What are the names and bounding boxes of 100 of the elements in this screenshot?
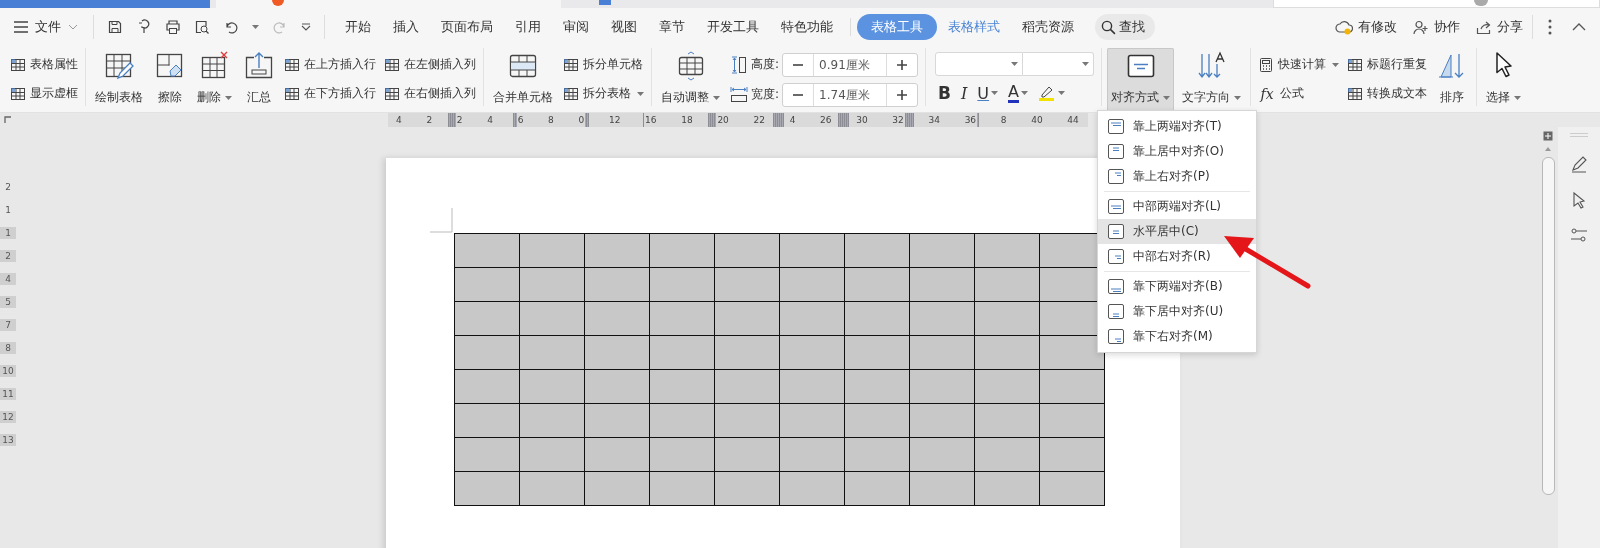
table-cell[interactable] (584, 369, 650, 404)
print-icon[interactable] (165, 19, 181, 35)
table-cell[interactable] (454, 369, 520, 404)
table-cell[interactable] (454, 301, 520, 336)
ribbon-button[interactable]: 文字方向 (1178, 48, 1246, 112)
ribbon-tab[interactable]: 插入 (382, 14, 430, 40)
ribbon-button[interactable]: 拆分单元格 (563, 52, 644, 77)
ribbon-button[interactable]: 转换成文本 (1347, 81, 1428, 106)
table-cell[interactable] (779, 403, 845, 438)
table-cell[interactable] (649, 403, 715, 438)
ribbon-button[interactable]: 快速计算 (1258, 52, 1340, 77)
table-cell[interactable] (649, 335, 715, 370)
table-cell[interactable] (584, 267, 650, 302)
ribbon-tab[interactable]: 表格样式 (937, 14, 1011, 40)
table-cell[interactable] (519, 369, 585, 404)
table-cell[interactable] (779, 369, 845, 404)
table-cell[interactable] (519, 301, 585, 336)
table-cell[interactable] (844, 471, 910, 506)
table-cell[interactable] (909, 335, 975, 370)
table-cell[interactable] (714, 471, 780, 506)
table-cell[interactable] (779, 233, 845, 268)
table-cell[interactable] (1039, 437, 1105, 472)
table-cell[interactable] (519, 335, 585, 370)
size-spin-field[interactable]: 1.74厘米 (782, 82, 919, 107)
format-painter-icon[interactable] (136, 19, 152, 35)
table-cell[interactable] (454, 471, 520, 506)
undo-icon[interactable] (223, 19, 239, 35)
toolbar-action-button[interactable]: 协作 (1413, 18, 1460, 36)
ribbon-button[interactable]: 在下方插入行 (284, 81, 376, 106)
caret-icon[interactable] (252, 25, 259, 29)
table-cell[interactable] (909, 233, 975, 268)
ribbon-tab[interactable]: 稻壳资源 (1011, 14, 1085, 40)
ribbon-tab[interactable]: 特色功能 (770, 14, 844, 40)
sliders-icon[interactable] (1570, 227, 1588, 243)
ribbon-button[interactable]: 汇总 (240, 48, 278, 112)
table-cell[interactable] (974, 335, 1040, 370)
ribbon-button[interactable]: 排序 (1433, 48, 1472, 112)
table-cell[interactable] (974, 369, 1040, 404)
table-cell[interactable] (649, 233, 715, 268)
table-cell[interactable] (909, 437, 975, 472)
menu-item[interactable]: 靠下两端对齐(B) (1098, 274, 1256, 299)
table-cell[interactable] (779, 335, 845, 370)
table-cell[interactable] (584, 437, 650, 472)
table-cell[interactable] (974, 403, 1040, 438)
menu-item[interactable]: 靠下右对齐(M) (1098, 324, 1256, 349)
table-cell[interactable] (584, 471, 650, 506)
ribbon-tab[interactable]: 引用 (504, 14, 552, 40)
table-cell[interactable] (909, 403, 975, 438)
pen-icon[interactable] (1570, 155, 1588, 173)
table-cell[interactable] (844, 335, 910, 370)
font-name-field[interactable] (935, 52, 1024, 76)
table-cell[interactable] (649, 437, 715, 472)
print-preview-icon[interactable] (194, 19, 210, 35)
tab-stop-icon[interactable] (4, 116, 12, 124)
table-cell[interactable] (974, 471, 1040, 506)
ribbon-button[interactable]: 绘制表格 (91, 48, 147, 112)
table-cell[interactable] (844, 267, 910, 302)
table-cell[interactable] (649, 471, 715, 506)
table-cell[interactable] (844, 437, 910, 472)
ribbon-tab[interactable]: 视图 (600, 14, 648, 40)
table-cell[interactable] (714, 403, 780, 438)
menu-item[interactable]: 水平居中(C) (1098, 219, 1256, 244)
menu-item[interactable]: 中部两端对齐(L) (1098, 194, 1256, 219)
table-cell[interactable] (454, 335, 520, 370)
account-field[interactable] (1273, 0, 1600, 8)
ribbon-tab[interactable]: 章节 (648, 14, 696, 40)
format-button[interactable]: U (974, 83, 1002, 103)
table-cell[interactable] (844, 233, 910, 268)
search-button[interactable]: 查找 (1095, 14, 1155, 40)
table-cell[interactable] (1039, 403, 1105, 438)
table-cell[interactable] (519, 403, 585, 438)
toolbar-action-button[interactable]: 有修改 (1335, 18, 1397, 36)
more-icon[interactable] (1548, 19, 1552, 35)
ribbon-button[interactable]: 对齐方式 (1107, 48, 1175, 112)
table-cell[interactable] (974, 233, 1040, 268)
scrollbar-thumb[interactable] (1541, 157, 1555, 495)
table-cell[interactable] (519, 233, 585, 268)
font-size-field[interactable] (1023, 52, 1095, 76)
format-button[interactable]: A (1005, 83, 1031, 103)
ribbon-button[interactable]: fx 公式 (1258, 81, 1340, 106)
table-cell[interactable] (454, 267, 520, 302)
table-cell[interactable] (1039, 369, 1105, 404)
table-cell[interactable] (454, 403, 520, 438)
save-icon[interactable] (107, 19, 123, 35)
table-cell[interactable] (779, 471, 845, 506)
table-cell[interactable] (909, 301, 975, 336)
ribbon-button[interactable]: 合并单元格 (489, 48, 557, 112)
ribbon-tab[interactable]: 开发工具 (696, 14, 770, 40)
menu-item[interactable]: 靠上两端对齐(T) (1098, 114, 1256, 139)
format-button[interactable]: I (958, 83, 971, 103)
size-spin-field[interactable]: 0.91厘米 (782, 52, 919, 77)
table-cell[interactable] (649, 267, 715, 302)
menu-item[interactable]: 靠下居中对齐(U) (1098, 299, 1256, 324)
ribbon-button[interactable]: 显示虚框 (10, 81, 78, 106)
table-cell[interactable] (779, 437, 845, 472)
collapse-ribbon-icon[interactable] (1572, 23, 1586, 31)
table-cell[interactable] (519, 471, 585, 506)
ribbon-button[interactable]: 在右侧插入列 (384, 81, 476, 106)
ribbon-button[interactable]: 删除 (193, 48, 236, 112)
table-cell[interactable] (519, 437, 585, 472)
